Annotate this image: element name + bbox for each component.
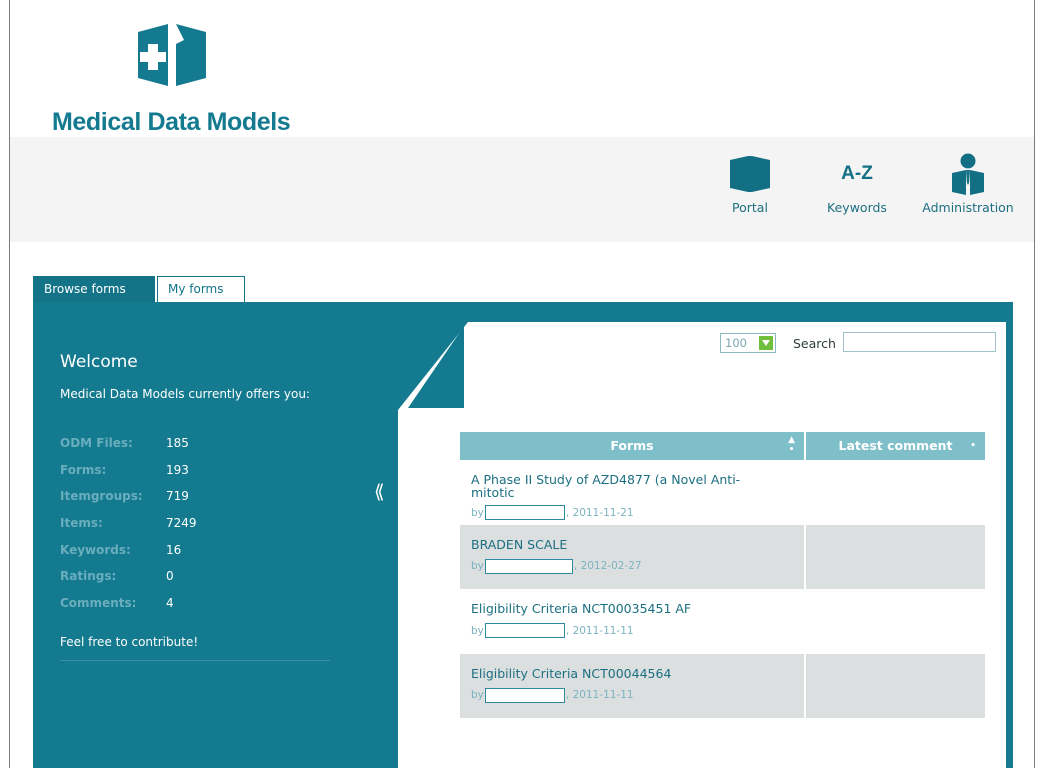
page-size-select[interactable]: 100 xyxy=(720,333,776,353)
redacted-author xyxy=(484,623,565,638)
column-header-latest-comment[interactable]: Latest comment • xyxy=(806,432,985,460)
tab-browse-forms[interactable]: Browse forms xyxy=(33,276,155,303)
form-title-link[interactable]: BRADEN SCALE xyxy=(471,538,771,551)
stat-value: 193 xyxy=(166,462,189,477)
form-meta: by , 2011-11-11 xyxy=(471,687,634,703)
sort-icon: ▲ • xyxy=(788,435,795,455)
table-header: Forms ▲ • Latest comment • xyxy=(460,432,985,460)
tab-my-forms[interactable]: My forms xyxy=(157,276,245,302)
welcome-title: Welcome xyxy=(60,352,138,372)
contribute-text: Feel free to contribute! xyxy=(60,635,199,649)
by-label: by xyxy=(471,624,484,637)
comment-cell xyxy=(806,460,985,525)
redacted-author xyxy=(484,687,565,703)
stat-value: 0 xyxy=(166,569,174,584)
stat-value: 4 xyxy=(166,596,174,611)
user-icon xyxy=(918,150,1018,198)
form-cell: A Phase II Study of AZD4877 (a Novel Ant… xyxy=(460,460,804,525)
site-logo[interactable]: Medical Data Models xyxy=(52,22,312,142)
comment-cell xyxy=(806,589,985,654)
window-border-left xyxy=(9,0,10,768)
stat-label: Ratings: xyxy=(60,569,117,584)
page-size-value: 100 xyxy=(725,336,747,350)
form-cell: Eligibility Criteria NCT00035451 AF by ,… xyxy=(460,589,804,654)
column-header-label: Latest comment xyxy=(838,438,953,453)
form-title-link[interactable]: Eligibility Criteria NCT00044564 xyxy=(471,667,771,680)
form-title-link[interactable]: Eligibility Criteria NCT00035451 AF xyxy=(471,602,771,615)
nav-keywords[interactable]: A-Z Keywords xyxy=(820,150,894,215)
search-label: Search xyxy=(793,336,836,351)
nav-keywords-label: Keywords xyxy=(827,200,887,215)
form-cell: Eligibility Criteria NCT00044564 by , 20… xyxy=(460,653,804,718)
stat-value: 719 xyxy=(166,489,189,504)
logo-icon xyxy=(138,24,206,86)
table-row[interactable]: Eligibility Criteria NCT00044564 by , 20… xyxy=(460,653,985,718)
stat-label: Forms: xyxy=(60,462,107,477)
nav-portal-label: Portal xyxy=(732,200,768,215)
a-z-icon: A-Z xyxy=(820,150,894,198)
comment-cell xyxy=(806,524,985,589)
forms-table: Forms ▲ • Latest comment • A Phase II Stu… xyxy=(460,432,985,718)
redacted-author xyxy=(484,505,565,520)
window-border-right xyxy=(1034,0,1035,768)
form-date: , 2011-11-11 xyxy=(565,624,634,637)
divider xyxy=(60,660,330,661)
nav-administration[interactable]: Administration xyxy=(918,150,1018,215)
by-label: by xyxy=(471,689,484,701)
form-meta: by , 2011-11-21 xyxy=(471,505,634,520)
form-date: , 2011-11-21 xyxy=(565,506,634,519)
form-date: , 2011-11-11 xyxy=(565,689,634,701)
stat-label: Comments: xyxy=(60,596,137,611)
form-cell: BRADEN SCALE by , 2012-02-27 xyxy=(460,524,804,589)
by-label: by xyxy=(471,560,484,572)
site-title: Medical Data Models xyxy=(52,108,291,136)
stat-value: 16 xyxy=(166,542,182,557)
comment-cell xyxy=(806,653,985,718)
stat-label: Keywords: xyxy=(60,542,131,557)
table-row[interactable]: BRADEN SCALE by , 2012-02-27 xyxy=(460,524,985,589)
stat-label: ODM Files: xyxy=(60,436,133,450)
welcome-intro: Medical Data Models currently offers you… xyxy=(60,387,310,401)
stat-label: Itemgroups: xyxy=(60,489,143,504)
table-row[interactable]: Eligibility Criteria NCT00035451 AF by ,… xyxy=(460,589,985,654)
chevron-down-icon xyxy=(759,336,773,350)
collapse-sidebar-button[interactable]: ⟪ xyxy=(374,481,385,503)
a-z-icon-text: A-Z xyxy=(841,163,873,184)
column-header-forms[interactable]: Forms ▲ • xyxy=(460,432,804,460)
form-date: , 2012-02-27 xyxy=(573,560,642,572)
nav-portal[interactable]: Portal xyxy=(720,150,780,215)
portal-icon xyxy=(720,150,780,198)
form-title-link[interactable]: A Phase II Study of AZD4877 (a Novel Ant… xyxy=(471,473,771,499)
redacted-author xyxy=(484,558,573,574)
sort-icon: • xyxy=(970,441,976,451)
nav-administration-label: Administration xyxy=(922,200,1014,215)
table-row[interactable]: A Phase II Study of AZD4877 (a Novel Ant… xyxy=(460,460,985,525)
stat-value: 185 xyxy=(166,436,189,450)
stat-label: Items: xyxy=(60,516,103,531)
search-input[interactable] xyxy=(843,332,996,352)
form-meta: by , 2011-11-11 xyxy=(471,623,634,638)
column-header-label: Forms xyxy=(610,438,654,453)
stat-value: 7249 xyxy=(166,516,197,531)
form-meta: by , 2012-02-27 xyxy=(471,558,642,574)
by-label: by xyxy=(471,506,484,519)
